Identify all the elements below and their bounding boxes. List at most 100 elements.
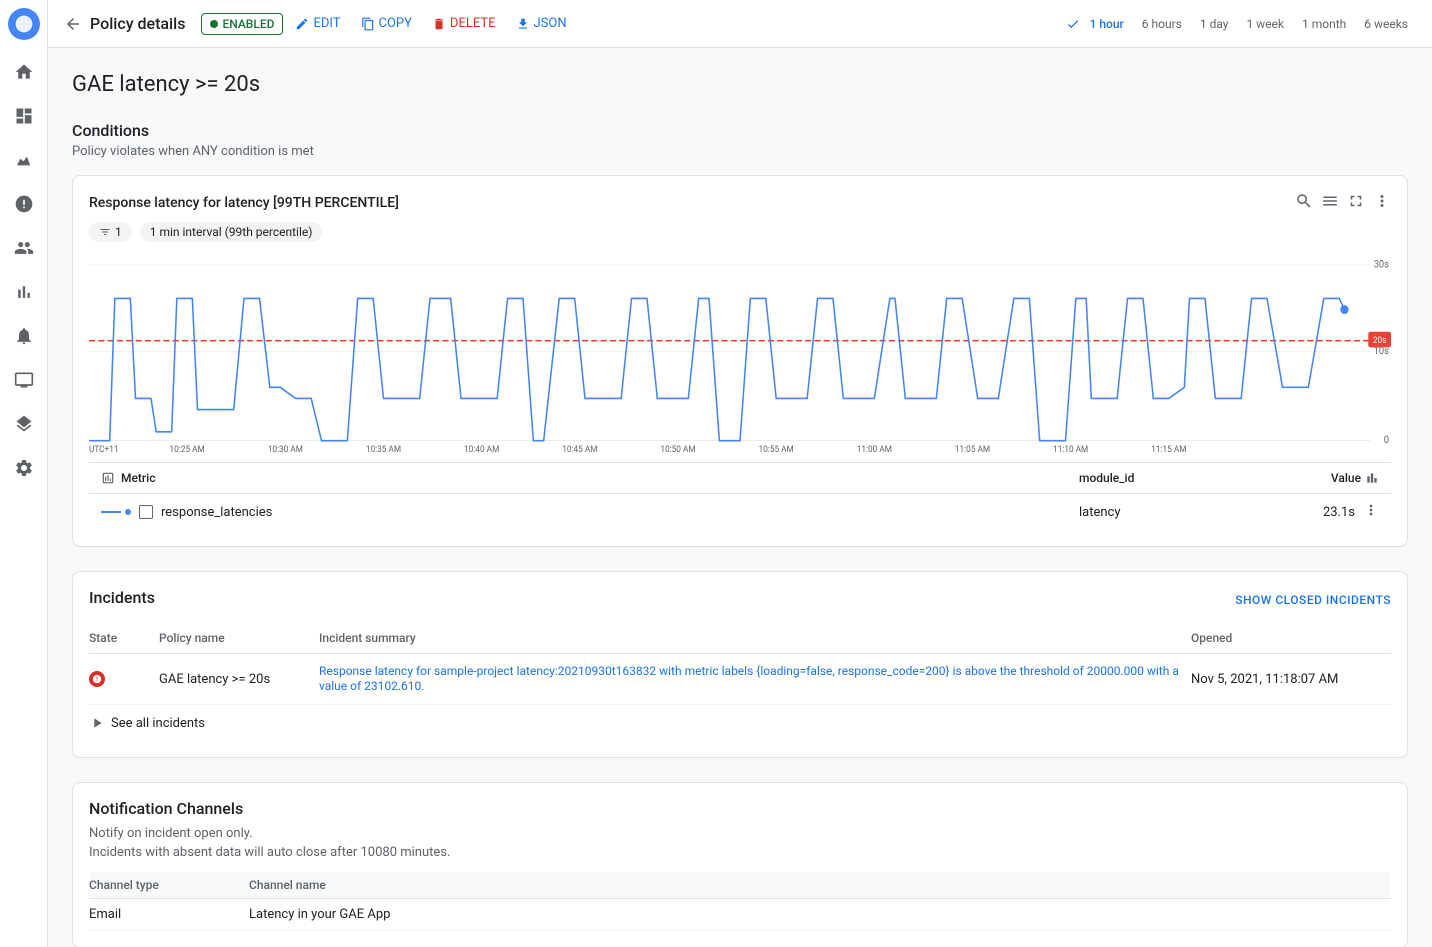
conditions-subtitle: Policy violates when ANY condition is me… xyxy=(72,144,1408,159)
notif-table-header: Channel type Channel name xyxy=(89,872,1391,899)
time-btn-1week[interactable]: 1 week xyxy=(1238,13,1292,35)
sidebar xyxy=(0,0,48,947)
time-btn-1month[interactable]: 1 month xyxy=(1294,13,1354,35)
notif-name: Latency in your GAE App xyxy=(249,907,1391,922)
time-btn-1hour[interactable]: 1 hour xyxy=(1082,13,1132,35)
search-icon[interactable] xyxy=(1295,192,1313,214)
sidebar-logo xyxy=(8,8,40,40)
legend-value-cell: 23.1s xyxy=(1279,502,1379,522)
chart-tools xyxy=(1295,192,1391,214)
svg-text:30s: 30s xyxy=(1374,259,1389,270)
incident-summary-link[interactable]: Response latency for sample-project late… xyxy=(319,664,1179,693)
notifications-title: Notification Channels xyxy=(89,799,1391,818)
legend-metric-col: Metric xyxy=(101,471,1079,485)
page-title: Policy details xyxy=(90,14,185,33)
topbar: Policy details ENABLED EDIT COPY DELETE xyxy=(48,0,1432,48)
see-all-label: See all incidents xyxy=(111,716,205,731)
svg-text:11:00 AM: 11:00 AM xyxy=(857,445,892,454)
legend-module-col: module_id xyxy=(1079,471,1279,485)
back-button[interactable] xyxy=(64,15,82,33)
svg-text:10:40 AM: 10:40 AM xyxy=(464,445,499,454)
status-dot xyxy=(210,20,218,28)
svg-text:0: 0 xyxy=(1384,435,1389,446)
main-area: Policy details ENABLED EDIT COPY DELETE xyxy=(48,0,1432,947)
topbar-actions: ENABLED EDIT COPY DELETE JSON xyxy=(201,12,574,35)
incidents-table-header: State Policy name Incident summary Opene… xyxy=(89,623,1391,654)
json-button[interactable]: JSON xyxy=(508,12,575,35)
status-badge: ENABLED xyxy=(201,13,283,35)
incident-row: GAE latency >= 20s Response latency for … xyxy=(89,654,1391,705)
expand-icon[interactable] xyxy=(1347,192,1365,214)
incidents-section: Incidents SHOW CLOSED INCIDENTS State Po… xyxy=(72,571,1408,758)
svg-text:10:25 AM: 10:25 AM xyxy=(170,445,205,454)
sidebar-item-dashboard[interactable] xyxy=(4,96,44,136)
chart-filters: 1 1 min interval (99th percentile) xyxy=(89,222,1391,242)
legend-data-row: response_latencies latency 23.1s xyxy=(89,494,1391,530)
svg-text:10:35 AM: 10:35 AM xyxy=(366,445,401,454)
col-summary: Incident summary xyxy=(319,631,1191,645)
legend-icon[interactable] xyxy=(1321,192,1339,214)
delete-label: DELETE xyxy=(450,16,496,31)
conditions-title: Conditions xyxy=(72,121,1408,140)
show-closed-button[interactable]: SHOW CLOSED INCIDENTS xyxy=(1235,593,1391,607)
time-btn-6weeks[interactable]: 6 weeks xyxy=(1356,13,1416,35)
svg-text:UTC+11: UTC+11 xyxy=(89,445,119,454)
sidebar-item-groups[interactable] xyxy=(4,228,44,268)
see-all-row[interactable]: See all incidents xyxy=(89,705,1391,741)
sidebar-item-settings[interactable] xyxy=(4,448,44,488)
incident-opened: Nov 5, 2021, 11:18:07 AM xyxy=(1191,672,1391,687)
incident-policy: GAE latency >= 20s xyxy=(159,672,319,687)
svg-text:10:50 AM: 10:50 AM xyxy=(660,445,695,454)
json-label: JSON xyxy=(534,16,567,31)
copy-label: COPY xyxy=(379,16,412,31)
interval-chip[interactable]: 1 min interval (99th percentile) xyxy=(140,222,323,242)
notif-row: Email Latency in your GAE App xyxy=(89,899,1391,931)
svg-text:10s: 10s xyxy=(1374,346,1389,357)
error-state-icon xyxy=(89,671,105,687)
legend-value-col: Value xyxy=(1279,471,1379,485)
sidebar-item-home[interactable] xyxy=(4,52,44,92)
notif-col-type: Channel type xyxy=(89,878,249,892)
sidebar-item-chart[interactable] xyxy=(4,272,44,312)
legend-checkbox[interactable] xyxy=(139,505,153,519)
edit-button[interactable]: EDIT xyxy=(287,12,348,35)
chart-legend: Metric module_id Value xyxy=(89,462,1391,530)
sidebar-item-alert[interactable] xyxy=(4,316,44,356)
incident-summary: Response latency for sample-project late… xyxy=(319,664,1191,694)
legend-value: 23.1s xyxy=(1323,505,1355,520)
svg-text:20s: 20s xyxy=(1373,336,1387,346)
incident-state xyxy=(89,671,159,687)
time-btn-1day[interactable]: 1 day xyxy=(1192,13,1237,35)
delete-button[interactable]: DELETE xyxy=(424,12,504,35)
legend-metric-name: response_latencies xyxy=(161,505,272,520)
notify-text: Notify on incident open only. xyxy=(89,826,1391,841)
legend-module-id: latency xyxy=(1079,505,1279,520)
more-icon[interactable] xyxy=(1373,192,1391,214)
svg-text:10:30 AM: 10:30 AM xyxy=(268,445,303,454)
absent-text: Incidents with absent data will auto clo… xyxy=(89,845,1391,860)
interval-label: 1 min interval (99th percentile) xyxy=(150,225,313,239)
incidents-table: State Policy name Incident summary Opene… xyxy=(89,623,1391,741)
incidents-title: Incidents xyxy=(89,588,155,607)
sidebar-item-error[interactable] xyxy=(4,184,44,224)
svg-text:10:55 AM: 10:55 AM xyxy=(759,445,794,454)
sidebar-item-layers[interactable] xyxy=(4,404,44,444)
policy-title: GAE latency >= 20s xyxy=(72,72,1408,97)
sidebar-item-monitoring[interactable] xyxy=(4,140,44,180)
svg-text:10:45 AM: 10:45 AM xyxy=(562,445,597,454)
legend-metric-label: Metric xyxy=(121,471,155,485)
status-label: ENABLED xyxy=(222,17,274,31)
col-opened: Opened xyxy=(1191,631,1391,645)
copy-button[interactable]: COPY xyxy=(353,12,420,35)
col-policy: Policy name xyxy=(159,631,319,645)
filter-number: 1 xyxy=(115,225,122,239)
legend-header: Metric module_id Value xyxy=(89,463,1391,494)
svg-text:11:10 AM: 11:10 AM xyxy=(1053,445,1088,454)
time-btn-6hours[interactable]: 6 hours xyxy=(1134,13,1190,35)
legend-more-icon[interactable] xyxy=(1363,502,1379,522)
notif-type: Email xyxy=(89,907,249,922)
filter-chip[interactable]: 1 xyxy=(89,222,132,242)
time-range-selector: 1 hour 6 hours 1 day 1 week 1 month 6 we… xyxy=(1066,13,1416,35)
sidebar-item-display[interactable] xyxy=(4,360,44,400)
incidents-header: Incidents SHOW CLOSED INCIDENTS xyxy=(89,588,1391,611)
